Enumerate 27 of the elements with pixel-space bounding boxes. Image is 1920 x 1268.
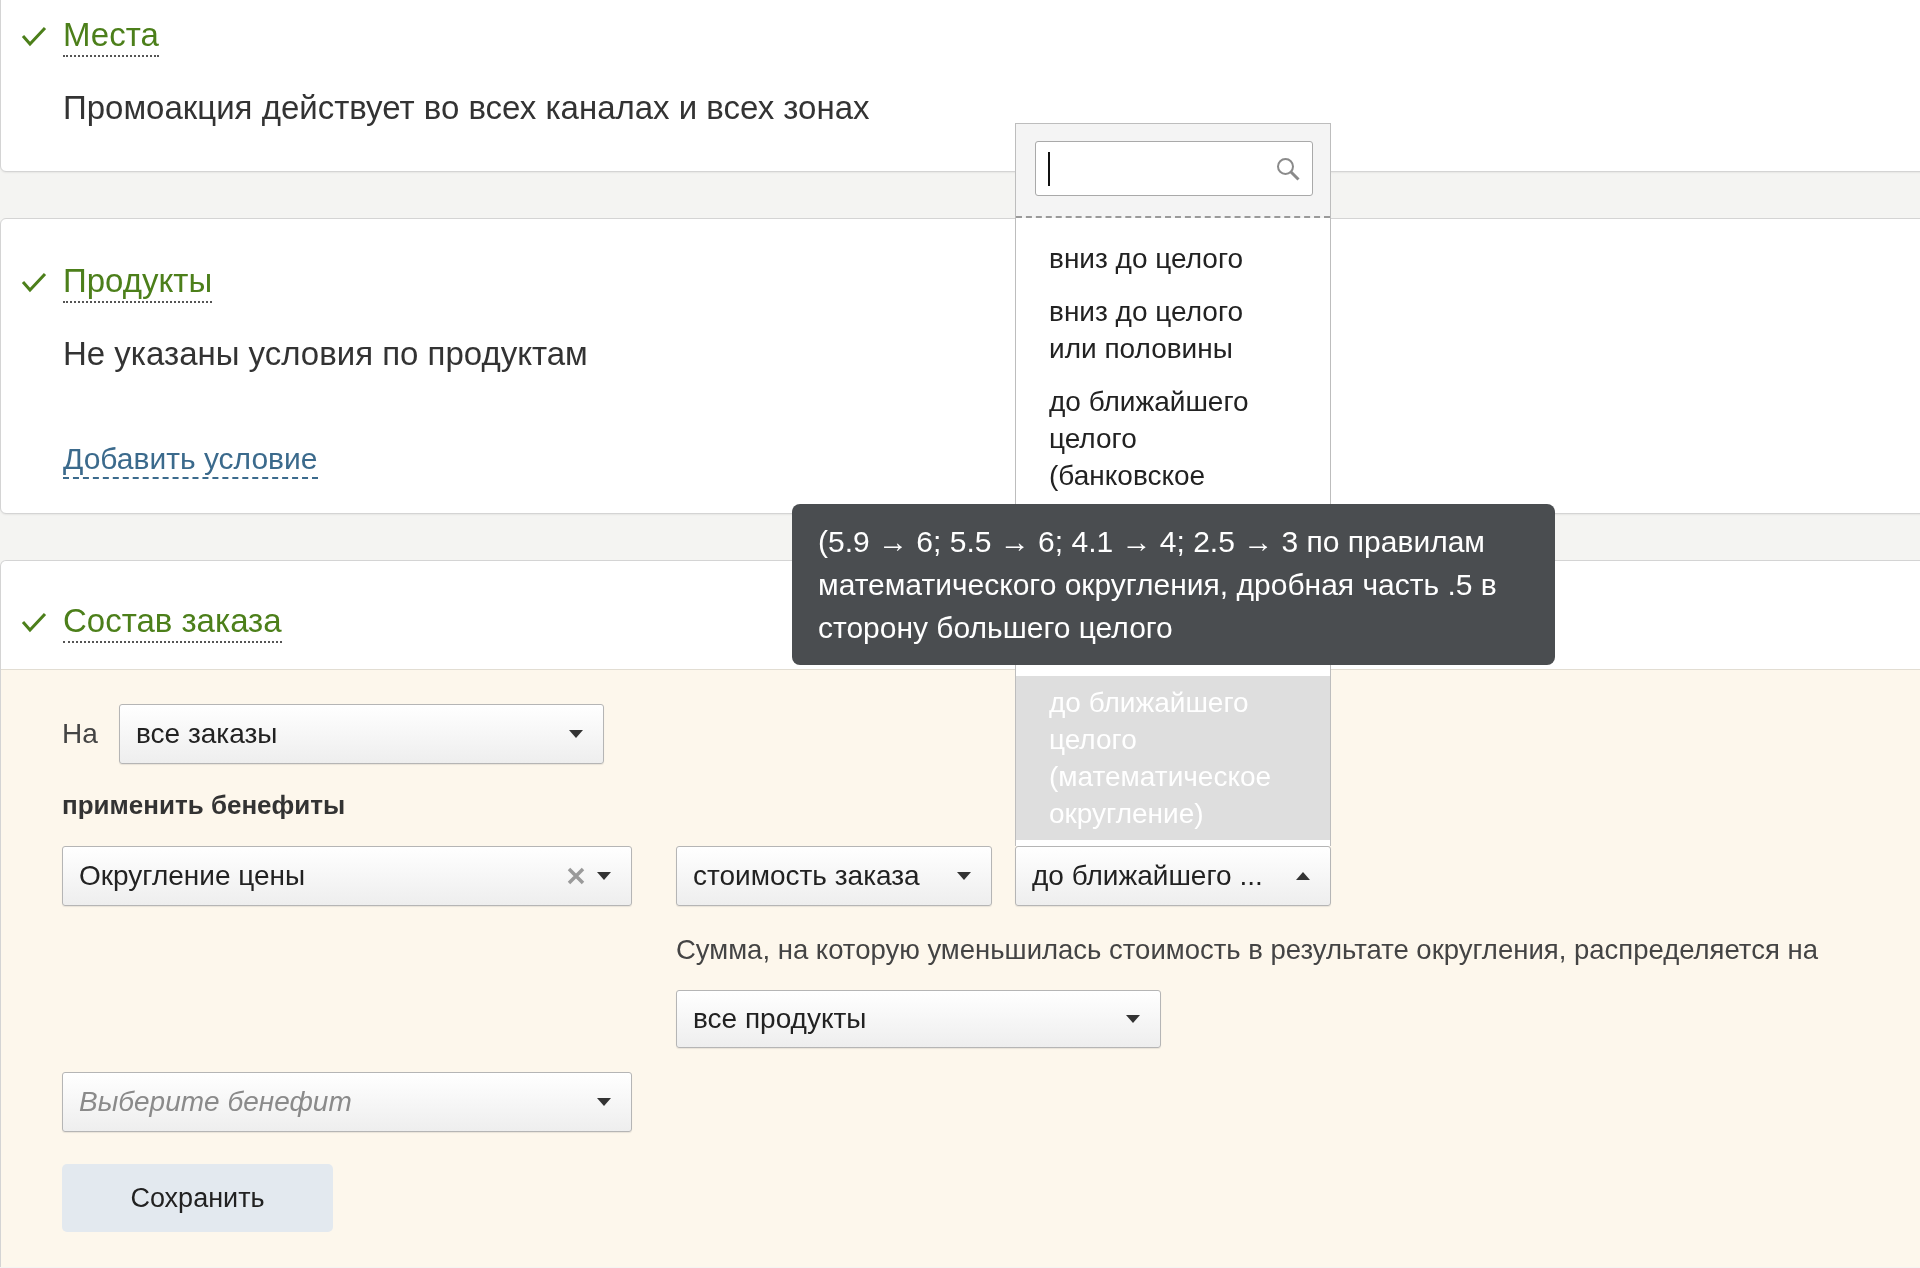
section-description: Промоакция действует во всех каналах и всех зонах xyxy=(63,89,870,126)
order-base-select[interactable]: стоимость заказа xyxy=(676,846,992,906)
section-title[interactable]: Продукты xyxy=(63,261,213,303)
save-button[interactable]: Сохранить xyxy=(62,1164,333,1232)
dropdown-option[interactable]: вниз до целого или половины xyxy=(1016,285,1330,375)
section-description: Не указаны условия по продуктам xyxy=(63,335,588,372)
field-label: На xyxy=(62,717,99,751)
distribution-select[interactable]: все продукты xyxy=(676,990,1161,1048)
dropdown-option[interactable]: вниз до целого xyxy=(1016,232,1330,285)
search-icon xyxy=(1276,156,1300,181)
section-title[interactable]: Состав заказа xyxy=(63,601,282,643)
caret-down-icon xyxy=(1126,1015,1140,1023)
rounding-select[interactable]: до ближайшего ... xyxy=(1015,846,1331,906)
caret-down-icon xyxy=(569,730,583,738)
benefits-label: применить бенефиты xyxy=(62,788,346,822)
caret-down-icon xyxy=(957,872,971,880)
dropdown-option[interactable]: до ближайшего целого (банковское xyxy=(1016,375,1330,502)
distribution-note: Сумма, на которую уменьшилась стоимость в результате округления, распределяется на xyxy=(676,933,1818,968)
caret-up-icon xyxy=(1296,872,1310,880)
benefit-type-select[interactable]: Округление цены xyxy=(62,846,632,906)
search-field[interactable] xyxy=(1035,141,1313,196)
caret-down-icon xyxy=(597,872,611,880)
order-scope-select[interactable]: все заказы xyxy=(119,704,604,764)
tooltip: (5.9 → 6; 5.5 → 6; 4.1 → 4; 2.5 → 3 по правилам математического округления, дробная часть .5 в сторону большего целого xyxy=(792,504,1555,665)
add-condition-link[interactable]: Добавить условие xyxy=(63,441,318,479)
caret-down-icon xyxy=(597,1098,611,1106)
section-title[interactable]: Места xyxy=(63,15,159,57)
